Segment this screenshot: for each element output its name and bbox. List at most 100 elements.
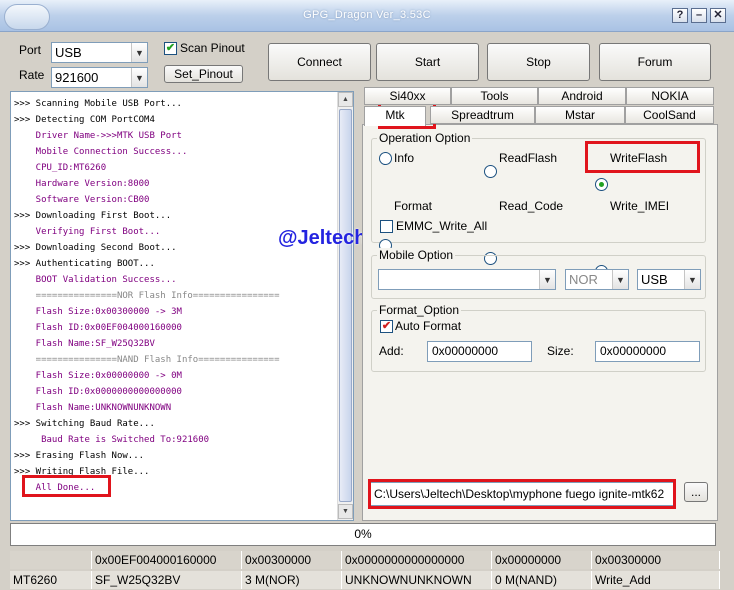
log-line: >>> Detecting COM PortCOM4 <box>14 115 155 125</box>
log-line: Flash Name:SF_W25Q32BV <box>14 339 155 349</box>
flash-type-select[interactable]: NOR ▼ <box>565 269 629 290</box>
tab-nokia[interactable]: NOKIA <box>626 87 714 105</box>
rate-select[interactable]: 921600 ▼ <box>51 67 148 88</box>
file-path-highlight <box>368 479 676 509</box>
status-cell: 0x00EF004000160000 <box>92 551 242 569</box>
add-field[interactable]: 0x00000000 <box>427 341 532 362</box>
status-cell: 0x0000000000000000 <box>342 551 492 569</box>
radio-label-readflash: ReadFlash <box>499 151 558 165</box>
connect-button[interactable]: Connect <box>268 43 371 81</box>
radio-label-write-imei: Write_IMEI <box>610 199 670 213</box>
start-button[interactable]: Start <box>376 43 479 81</box>
chevron-down-icon[interactable]: ▼ <box>131 68 147 87</box>
radio-writeflash[interactable] <box>595 178 608 191</box>
emmc-write-all-checkbox[interactable] <box>380 220 393 233</box>
log-line: >>> Switching Baud Rate... <box>14 419 155 429</box>
port-value: USB <box>55 45 82 60</box>
scroll-thumb[interactable] <box>339 109 352 502</box>
size-label: Size: <box>547 344 574 358</box>
log-line: Software Version:CB00 <box>14 195 150 205</box>
mobile-option-title: Mobile Option <box>377 248 456 262</box>
port-select[interactable]: USB ▼ <box>51 42 148 63</box>
scan-pinout-label: Scan Pinout <box>180 41 245 55</box>
scroll-down-icon[interactable]: ▼ <box>338 504 353 519</box>
writeflash-highlight <box>585 141 700 173</box>
log-line: Hardware Version:8000 <box>14 179 150 189</box>
size-field[interactable]: 0x00000000 <box>595 341 700 362</box>
log-line: Baud Rate is Switched To:921600 <box>14 435 210 445</box>
log-line: BOOT Validation Success... <box>14 275 177 285</box>
minimize-button[interactable]: – <box>691 8 707 23</box>
log-line: ===============NOR Flash Info===========… <box>14 291 280 301</box>
status-cell <box>10 551 92 569</box>
status-cell: 0x00000000 <box>492 551 592 569</box>
radio-label-read-code: Read_Code <box>499 199 564 213</box>
scan-pinout-checkbox[interactable]: ✔ <box>164 42 177 55</box>
connection-select[interactable]: USB ▼ <box>637 269 701 290</box>
add-label: Add: <box>379 344 404 358</box>
log-line: >>> Authenticating BOOT... <box>14 259 155 269</box>
emmc-write-all-label: EMMC_Write_All <box>396 219 488 233</box>
status-cell: 3 M(NOR) <box>242 571 342 589</box>
chevron-down-icon[interactable]: ▼ <box>131 43 147 62</box>
stop-button[interactable]: Stop <box>487 43 590 81</box>
status-cell: 0 M(NAND) <box>492 571 592 589</box>
log-line: Flash ID:0x00EF004000160000 <box>14 323 182 333</box>
port-label: Port <box>19 43 42 57</box>
tab-coolsand[interactable]: CoolSand <box>625 106 714 124</box>
tab-tools[interactable]: Tools <box>451 87 538 105</box>
log-line: Driver Name->>>MTK USB Port <box>14 131 182 141</box>
operation-option-title: Operation Option <box>377 131 473 145</box>
log-line: >>> Scanning Mobile USB Port... <box>14 99 182 109</box>
tab-si40xx[interactable]: Si40xx <box>364 87 451 105</box>
radio-info[interactable] <box>379 152 392 165</box>
status-cell: 0x00300000 <box>242 551 342 569</box>
status-cell: Write_Add <box>592 571 720 589</box>
mobile-model-select[interactable]: ▼ <box>378 269 556 290</box>
window-title: GPG_Dragon Ver_3.53C <box>303 9 431 21</box>
auto-format-label: Auto Format <box>395 319 462 333</box>
status-cell: SF_W25Q32BV <box>92 571 242 589</box>
rate-label: Rate <box>19 68 45 82</box>
format-option-title: Format_Option <box>377 303 462 317</box>
auto-format-checkbox[interactable]: ✔ <box>380 320 393 333</box>
tab-android[interactable]: Android <box>538 87 626 105</box>
log-line: ===============NAND Flash Info==========… <box>14 355 280 365</box>
tab-mstar[interactable]: Mstar <box>535 106 625 124</box>
log-scrollbar[interactable]: ▲ ▼ <box>337 92 353 520</box>
status-cell: UNKNOWNUNKNOWN <box>342 571 492 589</box>
log-output[interactable]: >>> Scanning Mobile USB Port... >>> Detec… <box>10 91 354 521</box>
scroll-up-icon[interactable]: ▲ <box>338 92 353 107</box>
help-button[interactable]: ? <box>672 8 688 23</box>
log-line: CPU_ID:MT6260 <box>14 163 107 173</box>
log-line: Flash ID:0x0000000000000000 <box>14 387 182 397</box>
set-pinout-button[interactable]: Set_Pinout <box>164 65 243 83</box>
watermark: @Jeltech <box>278 227 367 249</box>
tab-spreadtrum[interactable]: Spreadtrum <box>430 106 535 124</box>
rate-value: 921600 <box>55 70 99 85</box>
log-line: Flash Size:0x00300000 -> 3M <box>14 307 182 317</box>
flash-type-value: NOR <box>569 272 598 287</box>
progress-bar: 0% <box>10 523 716 546</box>
browse-button[interactable]: ... <box>684 482 708 502</box>
chevron-down-icon[interactable]: ▼ <box>612 270 628 289</box>
close-button[interactable]: ✕ <box>710 8 726 23</box>
connection-value: USB <box>641 272 668 287</box>
log-line: >>> Downloading First Boot... <box>14 211 172 221</box>
forum-button[interactable]: Forum <box>599 43 711 81</box>
status-cell: MT6260 <box>10 571 92 589</box>
status-cell: 0x00300000 <box>592 551 720 569</box>
log-line: Flash Name:UNKNOWNUNKNOWN <box>14 403 172 413</box>
tab-mtk[interactable]: Mtk <box>364 106 426 126</box>
chevron-down-icon[interactable]: ▼ <box>684 270 700 289</box>
radio-label-format: Format <box>394 199 433 213</box>
log-lines: >>> Scanning Mobile USB Port... >>> Detec… <box>14 96 338 496</box>
radio-readflash[interactable] <box>484 165 497 178</box>
log-line: Flash Size:0x00000000 -> 0M <box>14 371 182 381</box>
radio-label-info: Info <box>394 151 415 165</box>
log-line: Mobile Connection Success... <box>14 147 188 157</box>
chevron-down-icon[interactable]: ▼ <box>539 270 555 289</box>
log-line: >>> Erasing Flash Now... <box>14 451 145 461</box>
all-done-highlight <box>22 475 111 497</box>
progress-label: 0% <box>354 527 372 541</box>
